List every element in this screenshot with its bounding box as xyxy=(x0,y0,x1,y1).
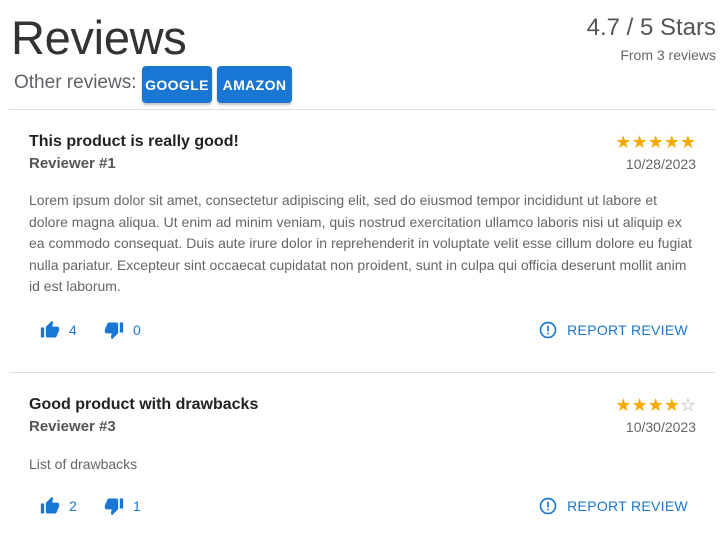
dislike-button[interactable]: 1 xyxy=(104,496,141,516)
review-title: This product is really good! xyxy=(29,133,239,150)
review-divider xyxy=(9,372,716,373)
star-icon: ★ xyxy=(615,395,632,415)
page-title: Reviews xyxy=(11,11,187,64)
reviews-page: Reviews Other reviews: GOOGLE AMAZON 4.7… xyxy=(0,0,725,533)
average-rating: 4.7 / 5 Stars xyxy=(586,14,716,41)
thumb-down-icon xyxy=(104,320,124,340)
review-count: From 3 reviews xyxy=(620,47,716,63)
report-review-label: REPORT REVIEW xyxy=(567,498,688,514)
review-card: This product is really good! Reviewer #1… xyxy=(9,132,716,357)
report-review-label: REPORT REVIEW xyxy=(567,322,688,338)
star-rating: ★★★★☆ xyxy=(615,396,696,414)
dislike-count: 0 xyxy=(133,322,141,338)
like-count: 4 xyxy=(69,322,77,338)
alert-circle-icon xyxy=(538,320,558,340)
star-icon: ★ xyxy=(663,132,680,152)
review-body: Lorem ipsum dolor sit amet, consectetur … xyxy=(29,192,693,295)
other-reviews-label: Other reviews: xyxy=(14,72,137,93)
dislike-count: 1 xyxy=(133,498,141,514)
reviewer-name: Reviewer #3 xyxy=(29,418,116,435)
star-icon: ☆ xyxy=(679,395,696,415)
google-reviews-button[interactable]: GOOGLE xyxy=(142,66,212,103)
star-icon: ★ xyxy=(679,132,696,152)
review-date: 10/30/2023 xyxy=(625,419,696,435)
report-review-button[interactable]: REPORT REVIEW xyxy=(538,320,688,340)
star-rating: ★★★★★ xyxy=(615,133,696,151)
review-date: 10/28/2023 xyxy=(625,156,696,172)
report-review-button[interactable]: REPORT REVIEW xyxy=(538,496,688,516)
review-title: Good product with drawbacks xyxy=(29,396,259,413)
star-icon: ★ xyxy=(631,395,648,415)
thumb-up-icon xyxy=(40,320,60,340)
star-icon: ★ xyxy=(663,395,680,415)
star-icon: ★ xyxy=(615,132,632,152)
reviewer-name: Reviewer #1 xyxy=(29,155,116,172)
thumb-down-icon xyxy=(104,496,124,516)
amazon-reviews-button[interactable]: AMAZON xyxy=(217,66,292,103)
dislike-button[interactable]: 0 xyxy=(104,320,141,340)
alert-circle-icon xyxy=(538,496,558,516)
review-body: List of drawbacks xyxy=(29,456,138,472)
star-icon: ★ xyxy=(631,132,648,152)
like-count: 2 xyxy=(69,498,77,514)
rating-summary: 4.7 / 5 Stars From 3 reviews xyxy=(587,14,716,64)
star-icon: ★ xyxy=(647,395,664,415)
thumb-up-icon xyxy=(40,496,60,516)
star-icon: ★ xyxy=(647,132,664,152)
like-button[interactable]: 4 xyxy=(40,320,77,340)
header-divider xyxy=(9,109,716,110)
like-button[interactable]: 2 xyxy=(40,496,77,516)
review-card: Good product with drawbacks Reviewer #3 … xyxy=(9,395,716,525)
